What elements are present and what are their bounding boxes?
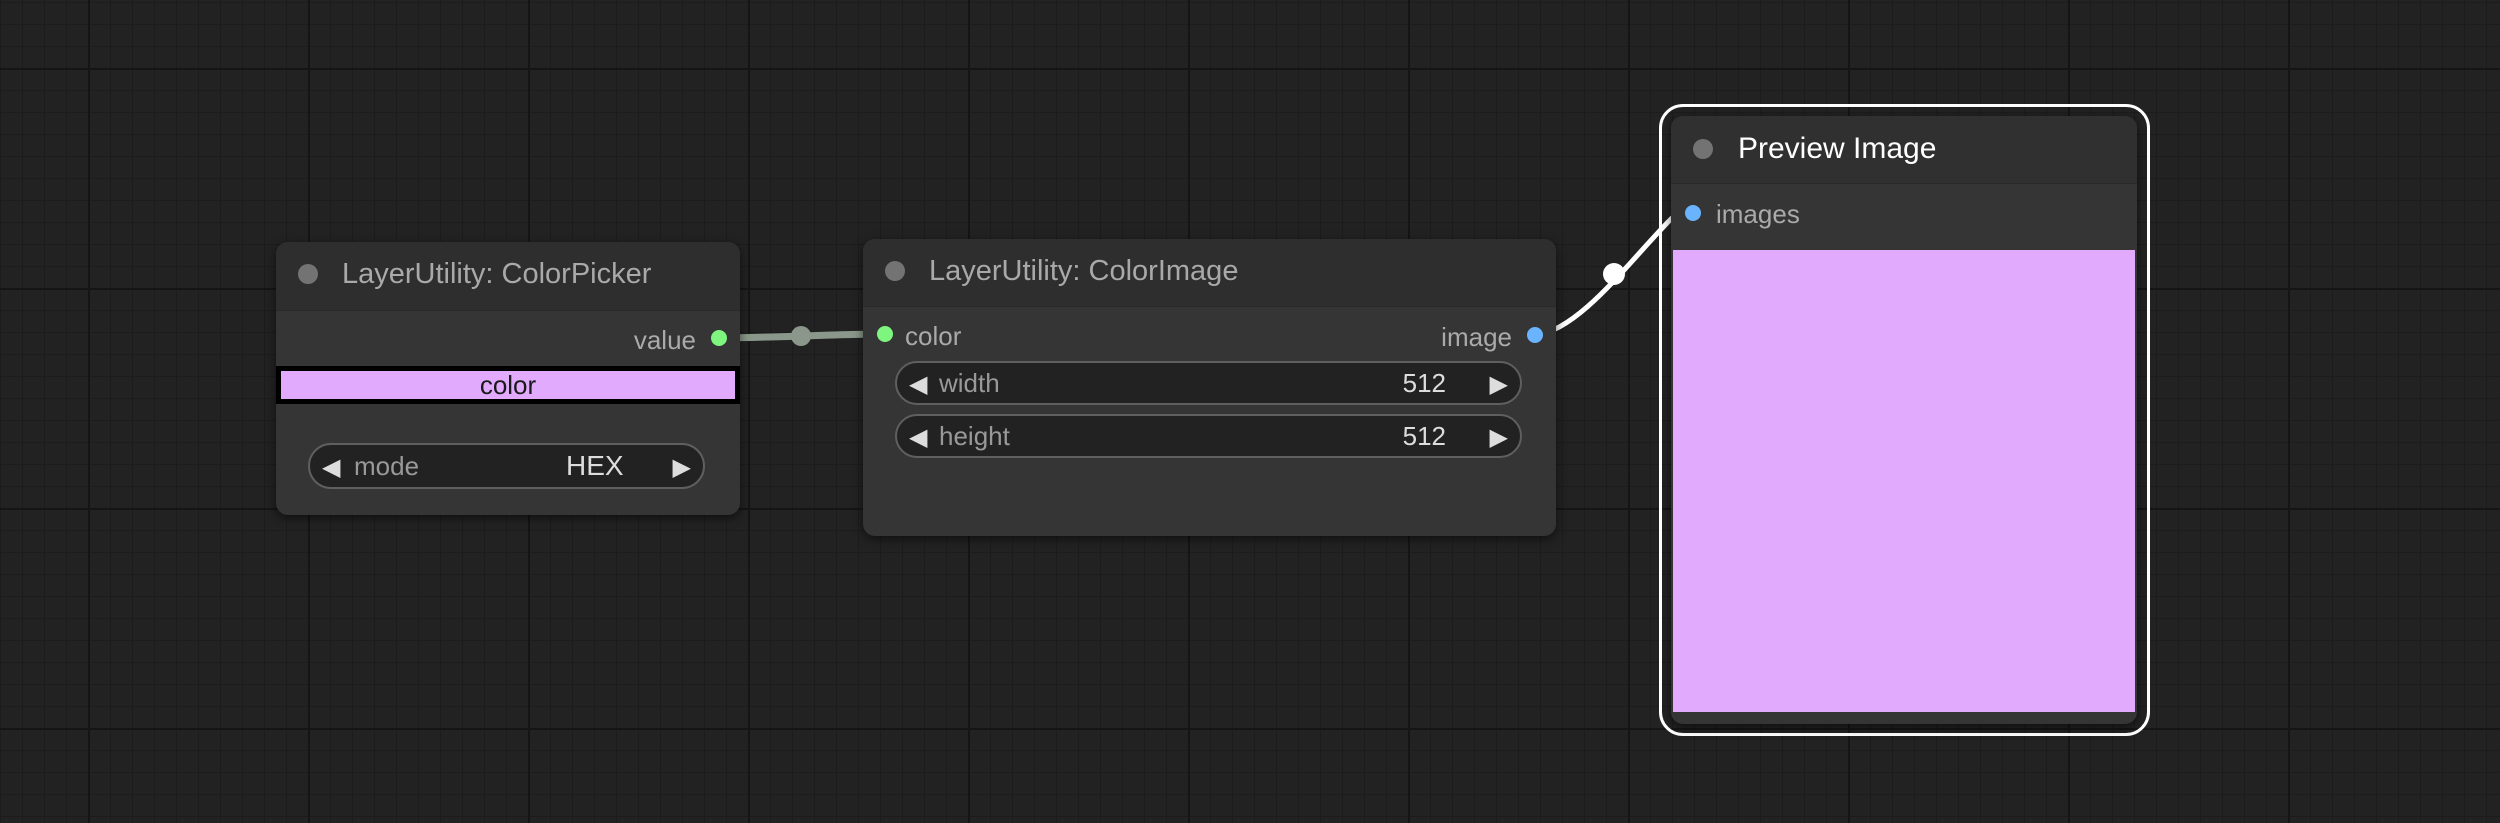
height-label: height xyxy=(939,421,1010,451)
color-swatch-label: color xyxy=(281,371,735,399)
collapse-dot-icon[interactable] xyxy=(1693,139,1713,159)
input-label-images: images xyxy=(1716,199,1800,229)
node-color-picker[interactable]: LayerUtility: ColorPicker value color ◀ … xyxy=(276,242,740,515)
width-increment-arrow-icon[interactable]: ▶ xyxy=(1490,370,1508,399)
width-number-widget[interactable]: ◀ width 512 ▶ xyxy=(895,361,1522,405)
collapse-dot-icon[interactable] xyxy=(885,261,905,281)
height-decrement-arrow-icon[interactable]: ◀ xyxy=(909,423,927,452)
width-value: 512 xyxy=(1402,368,1446,398)
mode-prev-arrow-icon[interactable]: ◀ xyxy=(322,453,340,482)
node-title: LayerUtility: ColorPicker xyxy=(342,258,652,290)
mode-next-arrow-icon[interactable]: ▶ xyxy=(673,453,691,482)
link-midpoint-dot[interactable] xyxy=(1603,263,1625,285)
height-number-widget[interactable]: ◀ height 512 ▶ xyxy=(895,414,1522,458)
mode-combo-widget[interactable]: ◀ mode HEX ▶ xyxy=(308,443,705,489)
node-preview-image[interactable]: Preview Image images xyxy=(1671,116,2137,724)
input-slot-color-dot[interactable] xyxy=(877,326,893,342)
preview-image xyxy=(1673,250,2135,712)
output-slot-image-dot[interactable] xyxy=(1527,327,1543,343)
link-colorimage-to-preview[interactable] xyxy=(1533,215,1675,338)
mode-value: HEX xyxy=(566,450,624,481)
output-slot-value-dot[interactable] xyxy=(711,330,727,346)
width-decrement-arrow-icon[interactable]: ◀ xyxy=(909,370,927,399)
node-title: Preview Image xyxy=(1738,132,1937,165)
input-label-color: color xyxy=(905,321,962,351)
output-label-value: value xyxy=(633,325,696,355)
node-title: LayerUtility: ColorImage xyxy=(929,255,1239,287)
collapse-dot-icon[interactable] xyxy=(298,264,318,284)
output-label-image: image xyxy=(1441,322,1512,352)
height-value: 512 xyxy=(1402,421,1446,451)
mode-label: mode xyxy=(354,451,420,481)
color-swatch-button[interactable]: color xyxy=(276,366,740,404)
input-slot-images-dot[interactable] xyxy=(1685,205,1701,221)
node-header[interactable]: LayerUtility: ColorPicker xyxy=(276,242,740,311)
node-header[interactable]: Preview Image xyxy=(1671,116,2137,184)
width-label: width xyxy=(939,368,1000,398)
node-header[interactable]: LayerUtility: ColorImage xyxy=(863,239,1556,307)
node-color-image[interactable]: LayerUtility: ColorImage color image ◀ w… xyxy=(863,239,1556,536)
height-increment-arrow-icon[interactable]: ▶ xyxy=(1490,423,1508,452)
link-midpoint-dot[interactable] xyxy=(791,326,811,346)
link-colorpicker-to-colorimage[interactable] xyxy=(715,326,889,346)
